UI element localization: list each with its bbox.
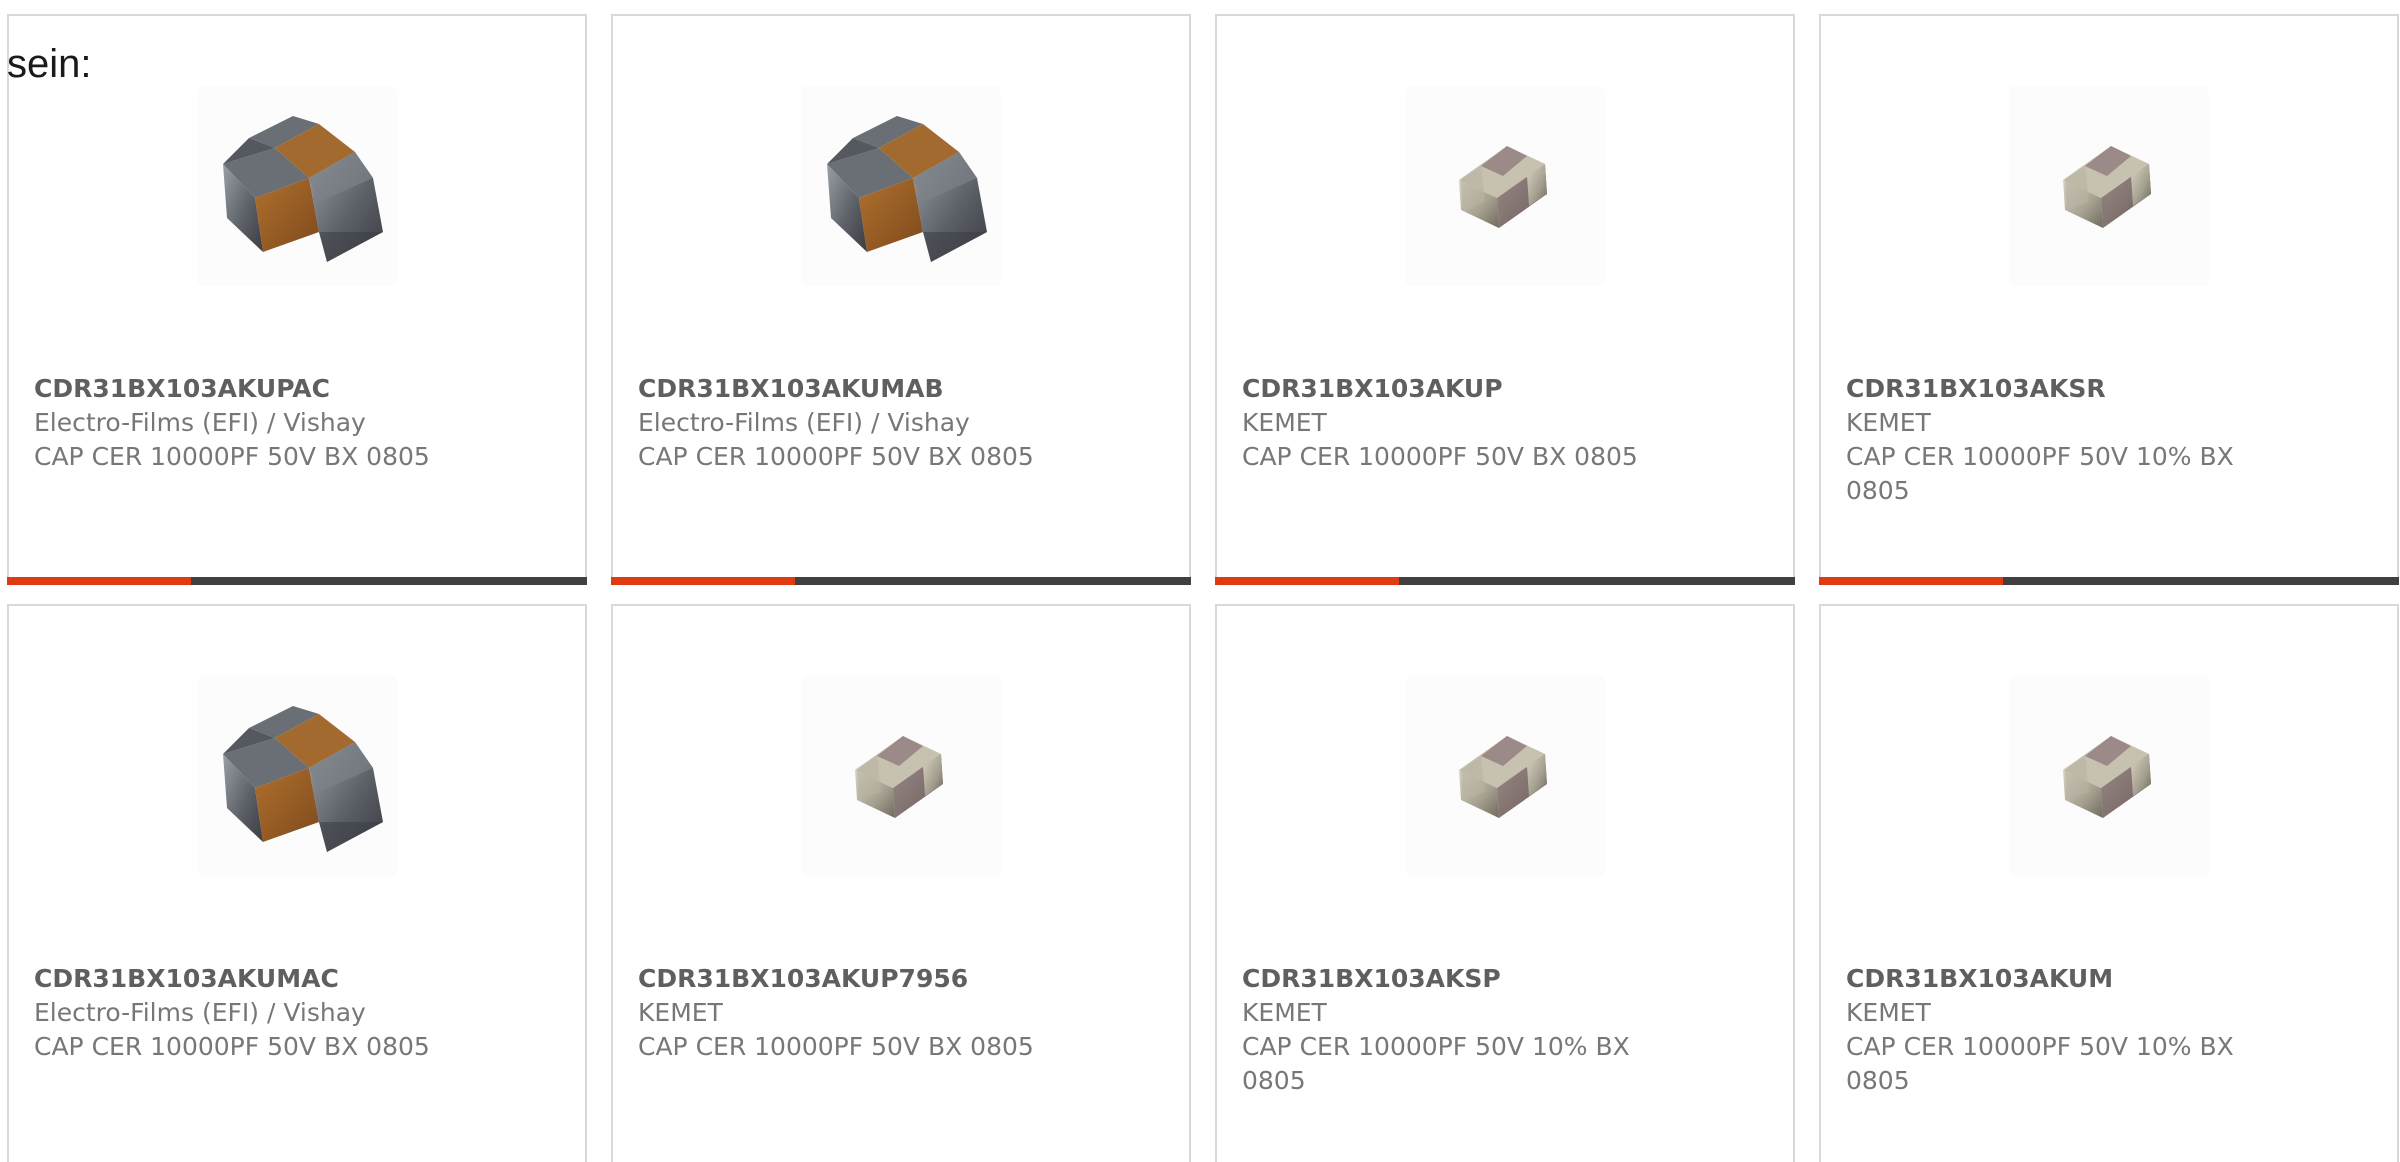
small-ceramic-chip-capacitor-icon — [855, 736, 943, 818]
product-card[interactable]: CDR31BX103AKUP7956 KEMET CAP CER 10000PF 5… — [611, 604, 1191, 1162]
product-card[interactable]: CDR31BX103AKUPAC Electro-Films (EFI) / Vi… — [7, 14, 587, 585]
product-card[interactable]: CDR31BX103AKUP KEMET CAP CER 10000PF 50V B… — [1215, 14, 1795, 585]
small-ceramic-chip-capacitor-icon — [2063, 146, 2151, 228]
product-description: CAP CER 10000PF 50V 10% BX 0805 — [1846, 442, 2234, 505]
lead-text: sein: — [7, 42, 92, 86]
product-image[interactable] — [197, 676, 397, 876]
product-description: CAP CER 10000PF 50V 10% BX 0805 — [1242, 1032, 1630, 1095]
product-image[interactable] — [801, 676, 1001, 876]
product-image[interactable] — [1405, 676, 1605, 876]
part-number-link[interactable]: CDR31BX103AKUM — [1846, 962, 2400, 996]
card-bottom-bar — [1819, 577, 2399, 585]
product-image[interactable] — [197, 86, 397, 286]
product-card[interactable]: CDR31BX103AKUM KEMET CAP CER 10000PF 50V 1… — [1819, 604, 2399, 1162]
product-image[interactable] — [1405, 86, 1605, 286]
manufacturer: KEMET — [1846, 408, 1931, 437]
card-bottom-bar — [7, 577, 587, 585]
small-ceramic-chip-capacitor-icon — [1459, 736, 1547, 818]
product-card[interactable]: CDR31BX103AKSP KEMET CAP CER 10000PF 50V 1… — [1215, 604, 1795, 1162]
card-bar-accent — [611, 577, 795, 585]
product-card[interactable]: CDR31BX103AKUMAB Electro-Films (EFI) / Vi… — [611, 14, 1191, 585]
product-card[interactable]: CDR31BX103AKUMAC Electro-Films (EFI) / Vi… — [7, 604, 587, 1162]
product-image[interactable] — [2009, 676, 2209, 876]
product-card[interactable]: CDR31BX103AKSR KEMET CAP CER 10000PF 50V 1… — [1819, 14, 2399, 585]
product-grid-page: sein: CDR31BX103AKUPAC Electro-Films (EFI… — [0, 0, 2400, 1162]
card-bar-accent — [1215, 577, 1399, 585]
product-info: CDR31BX103AKSR KEMET CAP CER 10000PF 50V 1… — [1846, 372, 2400, 508]
card-bottom-bar — [611, 577, 1191, 585]
part-number-link[interactable]: CDR31BX103AKSR — [1846, 372, 2400, 406]
small-ceramic-chip-capacitor-icon — [2063, 736, 2151, 818]
manufacturer: KEMET — [1846, 998, 1931, 1027]
product-description: CAP CER 10000PF 50V 10% BX 0805 — [1846, 1032, 2234, 1095]
large-ceramic-chip-capacitor-icon — [223, 706, 383, 852]
product-info: CDR31BX103AKUM KEMET CAP CER 10000PF 50V 1… — [1846, 962, 2400, 1098]
card-bottom-bar — [1215, 577, 1795, 585]
small-ceramic-chip-capacitor-icon — [1459, 146, 1547, 228]
card-bar-accent — [1819, 577, 2003, 585]
product-image[interactable] — [2009, 86, 2209, 286]
large-ceramic-chip-capacitor-icon — [827, 116, 987, 262]
product-image[interactable] — [801, 86, 1001, 286]
card-bar-accent — [7, 577, 191, 585]
large-ceramic-chip-capacitor-icon — [223, 116, 383, 262]
